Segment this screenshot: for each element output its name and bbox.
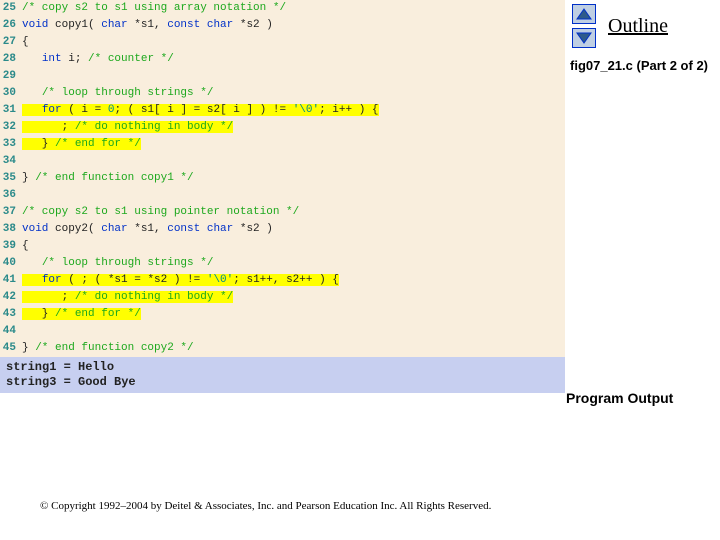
line-number: 40 xyxy=(0,255,22,272)
code-text: for ( ; ( *s1 = *s2 ) != '\0'; s1++, s2+… xyxy=(22,272,565,289)
code-text: { xyxy=(22,238,565,255)
line-number: 28 xyxy=(0,51,22,68)
program-output-label: Program Output xyxy=(566,390,673,406)
line-number: 33 xyxy=(0,136,22,153)
code-listing: 25/* copy s2 to s1 using array notation … xyxy=(0,0,565,357)
output-line: string3 = Good Bye xyxy=(6,375,559,390)
code-text xyxy=(22,153,565,170)
code-line: 29 xyxy=(0,68,565,85)
program-output-box: string1 = Hello string3 = Good Bye xyxy=(0,357,565,393)
code-line: 30 /* loop through strings */ xyxy=(0,85,565,102)
line-number: 39 xyxy=(0,238,22,255)
line-number: 30 xyxy=(0,85,22,102)
line-number: 41 xyxy=(0,272,22,289)
line-number: 26 xyxy=(0,17,22,34)
line-number: 44 xyxy=(0,323,22,340)
file-label: fig07_21.c (Part 2 of 2) xyxy=(570,58,720,73)
code-line: 38void copy2( char *s1, const char *s2 ) xyxy=(0,221,565,238)
code-line: 37/* copy s2 to s1 using pointer notatio… xyxy=(0,204,565,221)
nav-controls: Outline xyxy=(570,0,720,52)
sidebar: Outline fig07_21.c (Part 2 of 2) xyxy=(570,0,720,73)
code-text: } /* end function copy1 */ xyxy=(22,170,565,187)
code-text: } /* end function copy2 */ xyxy=(22,340,565,357)
code-text: } /* end for */ xyxy=(22,136,565,153)
code-text: void copy2( char *s1, const char *s2 ) xyxy=(22,221,565,238)
code-text: } /* end for */ xyxy=(22,306,565,323)
code-line: 42 ; /* do nothing in body */ xyxy=(0,289,565,306)
line-number: 45 xyxy=(0,340,22,357)
code-line: 25/* copy s2 to s1 using array notation … xyxy=(0,0,565,17)
code-line: 28 int i; /* counter */ xyxy=(0,51,565,68)
code-line: 27{ xyxy=(0,34,565,51)
line-number: 31 xyxy=(0,102,22,119)
next-button[interactable] xyxy=(572,28,596,48)
line-number: 32 xyxy=(0,119,22,136)
code-text: ; /* do nothing in body */ xyxy=(22,119,565,136)
line-number: 36 xyxy=(0,187,22,204)
prev-button[interactable] xyxy=(572,4,596,24)
line-number: 37 xyxy=(0,204,22,221)
code-line: 36 xyxy=(0,187,565,204)
line-number: 35 xyxy=(0,170,22,187)
code-line: 31 for ( i = 0; ( s1[ i ] = s2[ i ] ) !=… xyxy=(0,102,565,119)
code-line: 35} /* end function copy1 */ xyxy=(0,170,565,187)
code-text: /* copy s2 to s1 using array notation */ xyxy=(22,0,565,17)
code-line: 34 xyxy=(0,153,565,170)
code-line: 26void copy1( char *s1, const char *s2 ) xyxy=(0,17,565,34)
code-line: 33 } /* end for */ xyxy=(0,136,565,153)
line-number: 25 xyxy=(0,0,22,17)
outline-heading: Outline xyxy=(608,15,668,38)
code-line: 43 } /* end for */ xyxy=(0,306,565,323)
line-number: 27 xyxy=(0,34,22,51)
code-text: { xyxy=(22,34,565,51)
line-number: 29 xyxy=(0,68,22,85)
code-text xyxy=(22,68,565,85)
code-text: /* loop through strings */ xyxy=(22,85,565,102)
code-line: 44 xyxy=(0,323,565,340)
code-text: int i; /* counter */ xyxy=(22,51,565,68)
code-text: /* copy s2 to s1 using pointer notation … xyxy=(22,204,565,221)
code-text: /* loop through strings */ xyxy=(22,255,565,272)
code-line: 45} /* end function copy2 */ xyxy=(0,340,565,357)
code-text xyxy=(22,187,565,204)
copyright: © Copyright 1992–2004 by Deitel & Associ… xyxy=(40,500,491,512)
code-text: for ( i = 0; ( s1[ i ] = s2[ i ] ) != '\… xyxy=(22,102,565,119)
output-line: string1 = Hello xyxy=(6,360,559,375)
line-number: 38 xyxy=(0,221,22,238)
code-line: 40 /* loop through strings */ xyxy=(0,255,565,272)
code-text xyxy=(22,323,565,340)
code-line: 32 ; /* do nothing in body */ xyxy=(0,119,565,136)
code-text: ; /* do nothing in body */ xyxy=(22,289,565,306)
line-number: 43 xyxy=(0,306,22,323)
code-text: void copy1( char *s1, const char *s2 ) xyxy=(22,17,565,34)
code-line: 39{ xyxy=(0,238,565,255)
code-line: 41 for ( ; ( *s1 = *s2 ) != '\0'; s1++, … xyxy=(0,272,565,289)
line-number: 42 xyxy=(0,289,22,306)
line-number: 34 xyxy=(0,153,22,170)
